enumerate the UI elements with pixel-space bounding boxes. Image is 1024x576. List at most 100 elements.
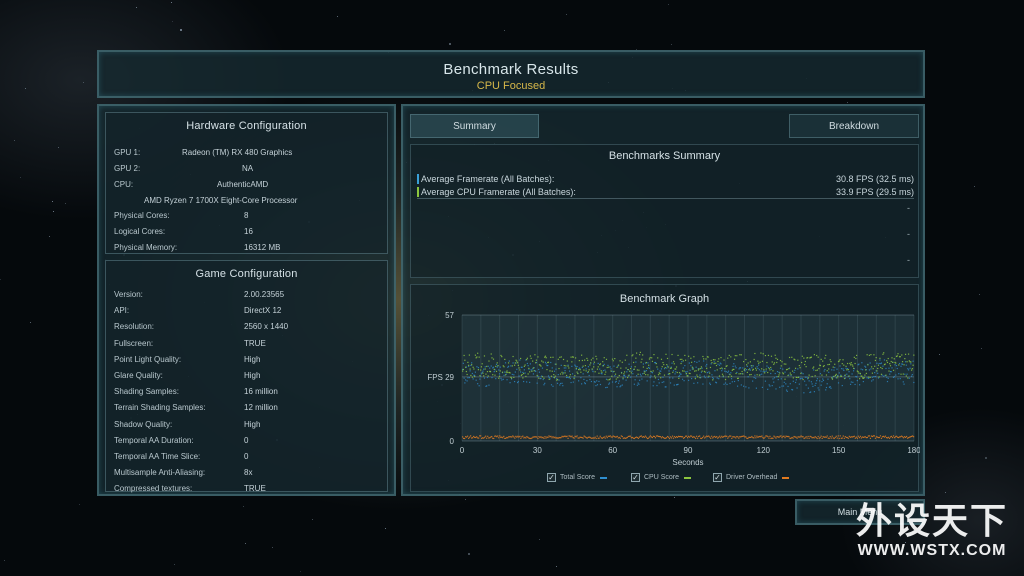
data-point-cpu-score	[548, 378, 550, 380]
data-point-cpu-score	[598, 372, 600, 374]
data-point-total-score	[495, 363, 498, 365]
star	[300, 571, 302, 573]
data-point-cpu-score	[895, 362, 897, 364]
data-point-total-score	[826, 383, 828, 385]
data-point-total-score	[711, 374, 713, 376]
data-point-total-score	[780, 378, 782, 380]
star	[978, 294, 980, 296]
data-point-driver-overhead	[673, 435, 676, 438]
data-point-cpu-score	[646, 367, 648, 370]
data-point-cpu-score	[522, 377, 524, 379]
data-point-total-score	[880, 362, 883, 364]
data-point-driver-overhead	[855, 436, 857, 438]
driver-overhead-checkbox[interactable]: ✓	[713, 473, 722, 482]
data-point-cpu-score	[798, 364, 800, 367]
data-point-driver-overhead	[817, 435, 819, 438]
data-point-cpu-score	[723, 359, 725, 361]
data-point-cpu-score	[570, 356, 572, 358]
data-point-driver-overhead	[843, 437, 845, 439]
star	[51, 201, 53, 203]
data-point-total-score	[594, 381, 596, 383]
star	[19, 177, 21, 179]
data-point-cpu-score	[770, 366, 772, 369]
data-point-driver-overhead	[552, 436, 554, 438]
data-point-cpu-score	[558, 367, 560, 370]
legend-cpu-score[interactable]: ✓ CPU Score	[631, 473, 692, 482]
data-point-driver-overhead	[902, 437, 905, 439]
legend-driver-overhead[interactable]: ✓ Driver Overhead	[713, 473, 790, 482]
data-point-total-score	[595, 384, 597, 387]
data-point-cpu-score	[730, 356, 732, 358]
data-point-cpu-score	[819, 364, 822, 367]
cpu-score-checkbox[interactable]: ✓	[631, 473, 640, 482]
data-point-total-score	[819, 373, 822, 375]
data-point-total-score	[768, 384, 770, 386]
data-point-driver-overhead	[802, 436, 804, 438]
data-point-total-score	[785, 383, 787, 385]
data-point-cpu-score	[561, 371, 563, 373]
data-point-total-score	[544, 361, 547, 363]
total-score-checkbox[interactable]: ✓	[547, 473, 556, 482]
data-point-cpu-score	[743, 369, 745, 371]
data-point-total-score	[791, 389, 794, 391]
tab-summary[interactable]: Summary	[410, 114, 539, 138]
data-point-cpu-score	[518, 367, 520, 369]
data-point-total-score	[482, 370, 484, 372]
data-point-total-score	[589, 378, 591, 381]
data-point-total-score	[634, 379, 636, 381]
data-point-cpu-score	[604, 373, 606, 375]
data-point-total-score	[538, 368, 540, 371]
data-point-total-score	[840, 374, 842, 376]
data-point-cpu-score	[506, 370, 508, 372]
data-point-driver-overhead	[780, 435, 782, 437]
average-framerate-value: 30.8 FPS (32.5 ms)	[835, 174, 914, 184]
data-point-driver-overhead	[476, 436, 478, 438]
data-point-cpu-score	[804, 360, 806, 363]
cpu-row: CPU:	[114, 180, 174, 189]
data-point-driver-overhead	[880, 437, 883, 439]
data-point-cpu-score	[578, 359, 580, 362]
legend-total-score[interactable]: ✓ Total Score	[547, 473, 608, 482]
page-subtitle: CPU Focused	[476, 80, 546, 92]
data-point-driver-overhead	[616, 435, 618, 438]
x-tick-label: 120	[757, 446, 771, 455]
data-point-total-score	[507, 365, 510, 367]
data-point-total-score	[792, 380, 794, 382]
data-point-total-score	[671, 362, 673, 364]
data-point-driver-overhead	[571, 435, 573, 437]
data-point-cpu-score	[593, 366, 595, 368]
data-point-driver-overhead	[511, 436, 513, 438]
data-point-driver-overhead	[709, 436, 711, 438]
data-point-cpu-score	[584, 359, 586, 361]
data-point-cpu-score	[551, 370, 553, 372]
data-point-total-score	[501, 379, 503, 381]
data-point-total-score	[564, 370, 566, 372]
data-point-total-score	[510, 365, 512, 367]
data-point-total-score	[753, 376, 755, 379]
data-point-cpu-score	[865, 369, 867, 371]
data-point-cpu-score	[545, 357, 547, 359]
data-point-total-score	[688, 362, 690, 364]
data-point-cpu-score	[713, 362, 715, 365]
data-point-cpu-score	[889, 365, 892, 367]
data-point-driver-overhead	[703, 435, 705, 437]
data-point-total-score	[527, 365, 529, 367]
data-point-cpu-score	[619, 360, 621, 362]
data-point-total-score	[648, 367, 651, 369]
data-point-driver-overhead	[830, 437, 832, 439]
data-point-total-score	[616, 386, 618, 388]
data-point-total-score	[559, 382, 562, 385]
data-point-cpu-score	[871, 366, 873, 368]
data-point-cpu-score	[681, 358, 683, 360]
data-point-driver-overhead	[756, 435, 758, 437]
physical-cores-value: 8	[244, 211, 249, 220]
data-point-total-score	[828, 371, 830, 373]
average-cpu-framerate-label: Average CPU Framerate (All Batches):	[421, 187, 576, 197]
tab-breakdown[interactable]: Breakdown	[789, 114, 919, 138]
data-point-total-score	[766, 365, 768, 367]
data-point-total-score	[688, 379, 690, 381]
x-tick-label: 90	[684, 446, 693, 455]
data-point-driver-overhead	[763, 437, 765, 440]
data-point-cpu-score	[682, 360, 684, 362]
data-point-total-score	[529, 363, 531, 365]
